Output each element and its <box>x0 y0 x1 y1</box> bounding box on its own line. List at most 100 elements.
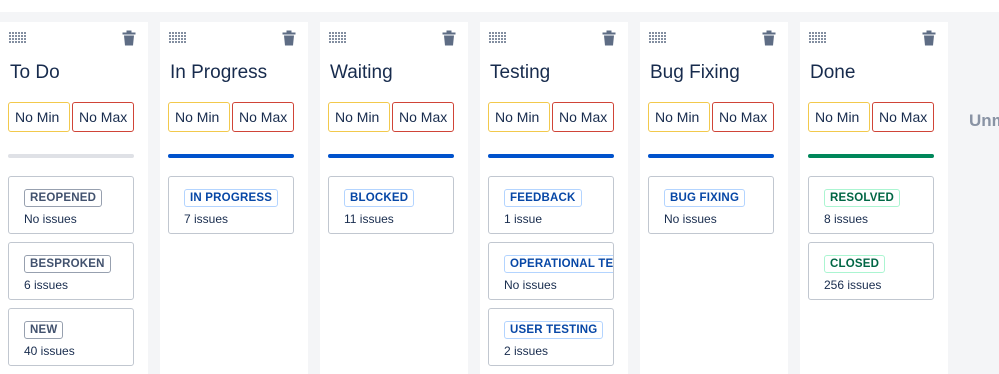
drag-dot <box>12 32 14 34</box>
drag-dot <box>661 41 663 43</box>
trash-icon[interactable] <box>282 30 296 46</box>
issue-count: 11 issues <box>344 212 394 226</box>
status-card[interactable]: RESOLVED 8 issues <box>808 176 934 234</box>
issue-count: 256 issues <box>824 278 882 292</box>
min-limit-button[interactable]: No Min <box>488 102 550 132</box>
drag-dot <box>498 41 500 43</box>
status-card[interactable]: BUG FIXING No issues <box>648 176 774 234</box>
min-limit-button[interactable]: No Min <box>808 102 870 132</box>
status-card[interactable]: IN PROGRESS 7 issues <box>168 176 294 234</box>
drag-dot <box>821 38 823 40</box>
drag-dot <box>169 41 171 43</box>
status-card[interactable]: NEW 40 issues <box>8 308 134 366</box>
drag-dot <box>809 32 811 34</box>
drag-dot <box>341 38 343 40</box>
drag-dot <box>332 35 334 37</box>
drag-dot <box>818 35 820 37</box>
max-limit-button[interactable]: No Max <box>712 102 774 132</box>
drag-handle-icon[interactable] <box>809 32 827 44</box>
drag-dot <box>184 32 186 34</box>
trash-icon[interactable] <box>922 30 936 46</box>
drag-dot <box>344 35 346 37</box>
status-lozenge: IN PROGRESS <box>184 189 279 207</box>
status-card[interactable]: FEEDBACK 1 issue <box>488 176 614 234</box>
status-category-bar <box>808 154 934 158</box>
column-bug-fixing: Bug Fixing No Min No Max BUG FIXING No i… <box>640 22 788 374</box>
issue-count: 40 issues <box>24 344 75 358</box>
drag-dot <box>824 41 826 43</box>
max-limit-button[interactable]: No Max <box>872 102 934 132</box>
drag-dot <box>809 41 811 43</box>
drag-dot <box>18 41 20 43</box>
drag-dot <box>492 41 494 43</box>
issue-count: No issues <box>504 278 557 292</box>
drag-dot <box>661 35 663 37</box>
drag-dot <box>21 35 23 37</box>
drag-dot <box>504 41 506 43</box>
trash-icon[interactable] <box>442 30 456 46</box>
drag-dot <box>178 41 180 43</box>
status-card[interactable]: BLOCKED 11 issues <box>328 176 454 234</box>
drag-dot <box>175 41 177 43</box>
drag-dot <box>818 38 820 40</box>
column-title: In Progress <box>170 62 268 83</box>
drag-dot <box>649 32 651 34</box>
min-limit-button[interactable]: No Min <box>8 102 70 132</box>
drag-handle-icon[interactable] <box>649 32 667 44</box>
status-card[interactable]: BESPROKEN 6 issues <box>8 242 134 300</box>
trash-icon[interactable] <box>602 30 616 46</box>
max-limit-button[interactable]: No Max <box>392 102 454 132</box>
status-card[interactable]: CLOSED 256 issues <box>808 242 934 300</box>
issue-count: No issues <box>664 212 717 226</box>
status-category-bar <box>488 154 614 158</box>
trash-icon[interactable] <box>122 30 136 46</box>
drag-handle-icon[interactable] <box>329 32 347 44</box>
trash-icon[interactable] <box>762 30 776 46</box>
drag-dot <box>18 32 20 34</box>
drag-dot <box>504 38 506 40</box>
drag-dot <box>649 38 651 40</box>
min-limit-button[interactable]: No Min <box>328 102 390 132</box>
issue-count: 6 issues <box>24 278 69 292</box>
max-limit-button[interactable]: No Max <box>72 102 134 132</box>
status-lozenge: BUG FIXING <box>664 189 746 207</box>
drag-dot <box>821 35 823 37</box>
drag-dot <box>175 38 177 40</box>
max-limit-button[interactable]: No Max <box>552 102 614 132</box>
drag-dot <box>344 38 346 40</box>
drag-dot <box>175 32 177 34</box>
drag-dot <box>492 35 494 37</box>
drag-dot <box>338 38 340 40</box>
status-lozenge: REOPENED <box>24 189 103 207</box>
drag-dot <box>498 35 500 37</box>
status-card[interactable]: USER TESTING 2 issues <box>488 308 614 366</box>
drag-dot <box>815 41 817 43</box>
drag-handle-icon[interactable] <box>9 32 27 44</box>
drag-dot <box>172 35 174 37</box>
drag-handle-icon[interactable] <box>169 32 187 44</box>
drag-dot <box>492 38 494 40</box>
drag-dot <box>329 41 331 43</box>
column-title: Waiting <box>330 62 393 83</box>
drag-dot <box>332 38 334 40</box>
drag-dot <box>169 35 171 37</box>
drag-handle-icon[interactable] <box>489 32 507 44</box>
unmapped-statuses-heading: Unm <box>969 111 999 130</box>
min-limit-button[interactable]: No Min <box>648 102 710 132</box>
status-card[interactable]: REOPENED No issues <box>8 176 134 234</box>
drag-dot <box>815 35 817 37</box>
drag-dot <box>652 32 654 34</box>
drag-dot <box>652 38 654 40</box>
status-lozenge: CLOSED <box>824 255 886 273</box>
drag-dot <box>809 35 811 37</box>
drag-dot <box>495 35 497 37</box>
drag-dot <box>501 41 503 43</box>
drag-dot <box>175 35 177 37</box>
min-limit-button[interactable]: No Min <box>168 102 230 132</box>
drag-dot <box>329 32 331 34</box>
max-limit-button[interactable]: No Max <box>232 102 294 132</box>
status-card[interactable]: OPERATIONAL TEST No issues <box>488 242 614 300</box>
drag-dot <box>169 38 171 40</box>
drag-dot <box>655 32 657 34</box>
status-lozenge: BESPROKEN <box>24 255 111 273</box>
